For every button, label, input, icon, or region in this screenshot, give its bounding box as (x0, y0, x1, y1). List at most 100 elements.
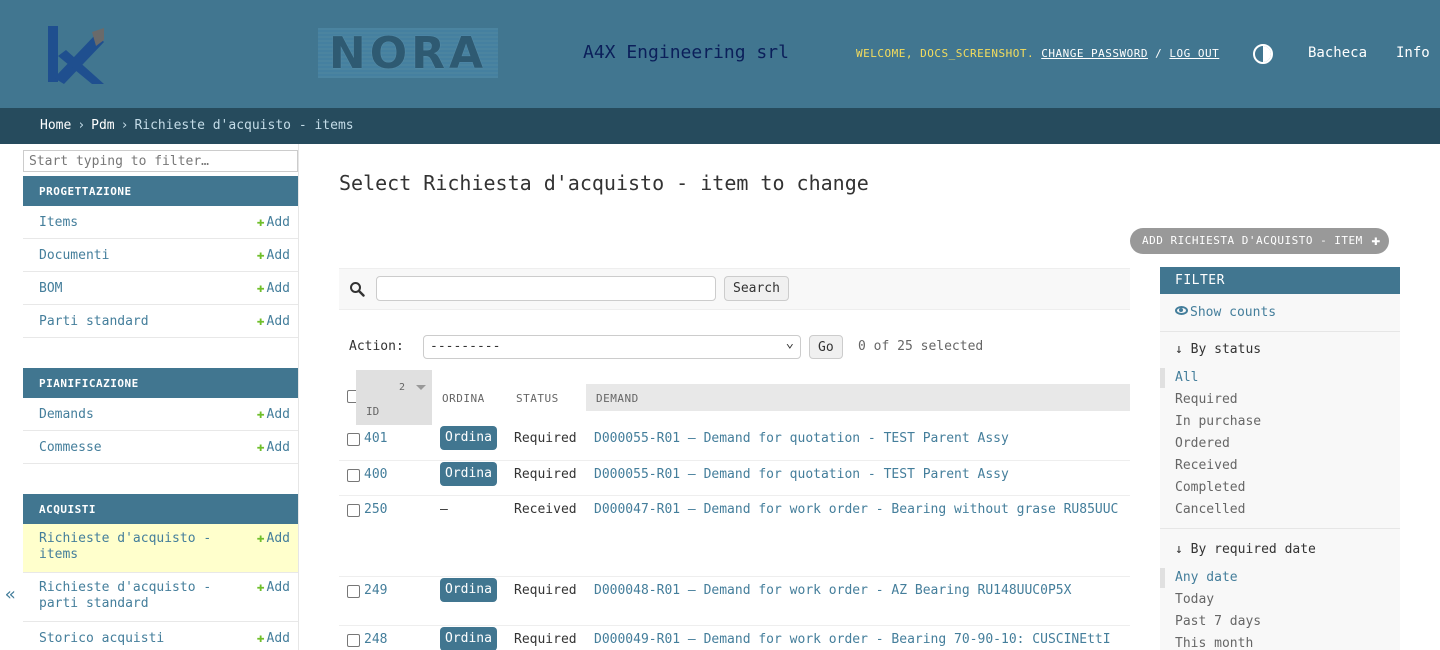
filter-status-ordered[interactable]: Ordered (1175, 436, 1230, 451)
filter-status-all[interactable]: All (1175, 370, 1198, 385)
row-checkbox[interactable] (347, 469, 360, 482)
sidebar-item-storico-acquisti[interactable]: Storico acquisti ✚ Add (23, 622, 298, 650)
welcome-text: WELCOME, DOCS_SCREENSHOT. (856, 47, 1035, 60)
filter-date-past-7-days[interactable]: Past 7 days (1175, 614, 1261, 629)
sidebar-item-parti-standard[interactable]: Parti standard ✚ Add (23, 305, 298, 338)
add-link[interactable]: ✚ Add (257, 631, 290, 646)
sort-priority: 2 (399, 382, 406, 393)
ordina-button[interactable]: Ordina (440, 426, 497, 450)
row-checkbox[interactable] (347, 504, 360, 517)
sidebar-item-items[interactable]: Items ✚ Add (23, 206, 298, 239)
filter-status-required[interactable]: Required (1175, 392, 1238, 407)
sidebar-item-label[interactable]: Items (39, 215, 229, 230)
nav-filter-input[interactable] (23, 150, 298, 172)
plus-icon: ✚ (256, 631, 265, 646)
add-link[interactable]: ✚ Add (257, 580, 290, 596)
filter-status-received[interactable]: Received (1175, 458, 1238, 473)
add-link[interactable]: ✚ Add (257, 314, 290, 329)
row-demand-link[interactable]: D000055-R01 — Demand for quotation - TES… (594, 467, 1009, 482)
actions-bar: Action: --------- Go 0 of 25 selected (339, 327, 1130, 367)
go-button[interactable]: Go (809, 335, 843, 359)
add-link[interactable]: ✚ Add (257, 407, 290, 422)
breadcrumb-home[interactable]: Home (40, 118, 71, 133)
module-title: PROGETTAZIONE (23, 176, 298, 206)
add-link[interactable]: ✚ Add (257, 440, 290, 455)
plus-icon: ✚ (256, 314, 265, 329)
change-password-link[interactable]: CHANGE PASSWORD (1041, 47, 1148, 60)
company-logo-icon[interactable] (44, 20, 110, 88)
show-counts-link[interactable]: Show counts (1175, 305, 1276, 320)
filter-status-in-purchase[interactable]: In purchase (1175, 414, 1261, 429)
filter-date-today[interactable]: Today (1175, 592, 1214, 607)
table-row: 249 Ordina Required D000048-R01 — Demand… (339, 577, 1130, 626)
module-title: ACQUISTI (23, 494, 298, 524)
breadcrumb-pdm[interactable]: Pdm (91, 118, 114, 133)
ordina-button[interactable]: Ordina (440, 627, 497, 650)
add-richiesta-button[interactable]: ADD RICHIESTA D'ACQUISTO - ITEM ✚ (1130, 228, 1389, 254)
ordina-button[interactable]: Ordina (440, 462, 497, 486)
info-link[interactable]: Info (1396, 45, 1430, 61)
row-checkbox[interactable] (347, 634, 360, 647)
plus-icon: ✚ (256, 531, 265, 546)
sidebar-item-richieste-parti-standard[interactable]: Richieste d'acquisto - parti standard ✚ A… (23, 573, 298, 622)
sidebar-item-label[interactable]: Richieste d'acquisto - parti standard (39, 580, 229, 612)
collapse-sidebar-icon[interactable]: « (5, 584, 16, 605)
row-demand-link[interactable]: D000048-R01 — Demand for work order - AZ… (594, 583, 1071, 598)
filter-status-cancelled[interactable]: Cancelled (1175, 502, 1245, 517)
sidebar-item-label[interactable]: Parti standard (39, 314, 229, 329)
sidebar-item-documenti[interactable]: Documenti ✚ Add (23, 239, 298, 272)
row-id-link[interactable]: 248 (364, 632, 387, 647)
sort-desc-icon[interactable] (416, 385, 426, 390)
filter-date-this-month[interactable]: This month (1175, 636, 1253, 650)
sidebar-item-label[interactable]: Commesse (39, 440, 229, 455)
sidebar-item-label[interactable]: BOM (39, 281, 229, 296)
table-row: 400 Ordina Required D000055-R01 — Demand… (339, 461, 1130, 496)
sidebar-item-label[interactable]: Storico acquisti (39, 631, 229, 646)
search-button[interactable]: Search (724, 276, 789, 301)
ordina-button[interactable]: Ordina (440, 578, 497, 602)
plus-icon: ✚ (256, 215, 265, 230)
row-status: Required (514, 431, 577, 446)
add-link[interactable]: ✚ Add (257, 215, 290, 230)
sidebar-item-label[interactable]: Richieste d'acquisto - items (39, 531, 229, 563)
row-status: Required (514, 632, 577, 647)
plus-icon: ✚ (256, 407, 265, 422)
sidebar-item-bom[interactable]: BOM ✚ Add (23, 272, 298, 305)
log-out-link[interactable]: LOG OUT (1169, 47, 1219, 60)
row-checkbox[interactable] (347, 433, 360, 446)
row-checkbox[interactable] (347, 585, 360, 598)
breadcrumb: Home › Pdm › Richieste d'acquisto - items (0, 108, 1440, 144)
module-progettazione: PROGETTAZIONE Items ✚ Add Documenti ✚ Add … (23, 176, 298, 338)
add-button-label: ADD RICHIESTA D'ACQUISTO - ITEM (1142, 234, 1363, 247)
column-header-demand[interactable]: DEMAND (586, 384, 1130, 411)
bacheca-link[interactable]: Bacheca (1308, 45, 1367, 61)
row-demand-link[interactable]: D000055-R01 — Demand for quotation - TES… (594, 431, 1009, 446)
row-status: Required (514, 583, 577, 598)
row-demand-link[interactable]: D000047-R01 — Demand for work order - Be… (594, 502, 1118, 517)
row-ordina-empty: — (440, 502, 448, 517)
sidebar-item-label[interactable]: Documenti (39, 248, 229, 263)
add-link[interactable]: ✚ Add (257, 531, 290, 547)
filter-status-completed[interactable]: Completed (1175, 480, 1245, 495)
row-demand-link[interactable]: D000049-R01 — Demand for work order - Be… (594, 632, 1111, 647)
sidebar-item-commesse[interactable]: Commesse ✚ Add (23, 431, 298, 464)
sidebar-item-label[interactable]: Demands (39, 407, 229, 422)
sidebar-item-richieste-items[interactable]: Richieste d'acquisto - items ✚ Add (23, 524, 298, 573)
sidebar-item-demands[interactable]: Demands ✚ Add (23, 398, 298, 431)
filter-section-date-title: ↓ By required date (1175, 542, 1316, 557)
row-id-link[interactable]: 249 (364, 583, 387, 598)
table-row: 401 Ordina Required D000055-R01 — Demand… (339, 425, 1130, 461)
filter-date-any[interactable]: Any date (1175, 570, 1238, 585)
column-header-id[interactable]: 2 ID (356, 370, 432, 425)
add-link[interactable]: ✚ Add (257, 281, 290, 296)
theme-toggle-icon[interactable] (1253, 44, 1273, 64)
row-id-link[interactable]: 401 (364, 431, 387, 446)
plus-icon: ✚ (256, 248, 265, 263)
row-id-link[interactable]: 250 (364, 502, 387, 517)
nav-sidebar: PROGETTAZIONE Items ✚Add Documenti ✚Add … (0, 144, 299, 650)
row-id-link[interactable]: 400 (364, 467, 387, 482)
add-link[interactable]: ✚ Add (257, 248, 290, 263)
search-input[interactable] (376, 276, 716, 301)
column-header-id-label: ID (366, 405, 380, 418)
action-select[interactable]: --------- (423, 335, 801, 359)
